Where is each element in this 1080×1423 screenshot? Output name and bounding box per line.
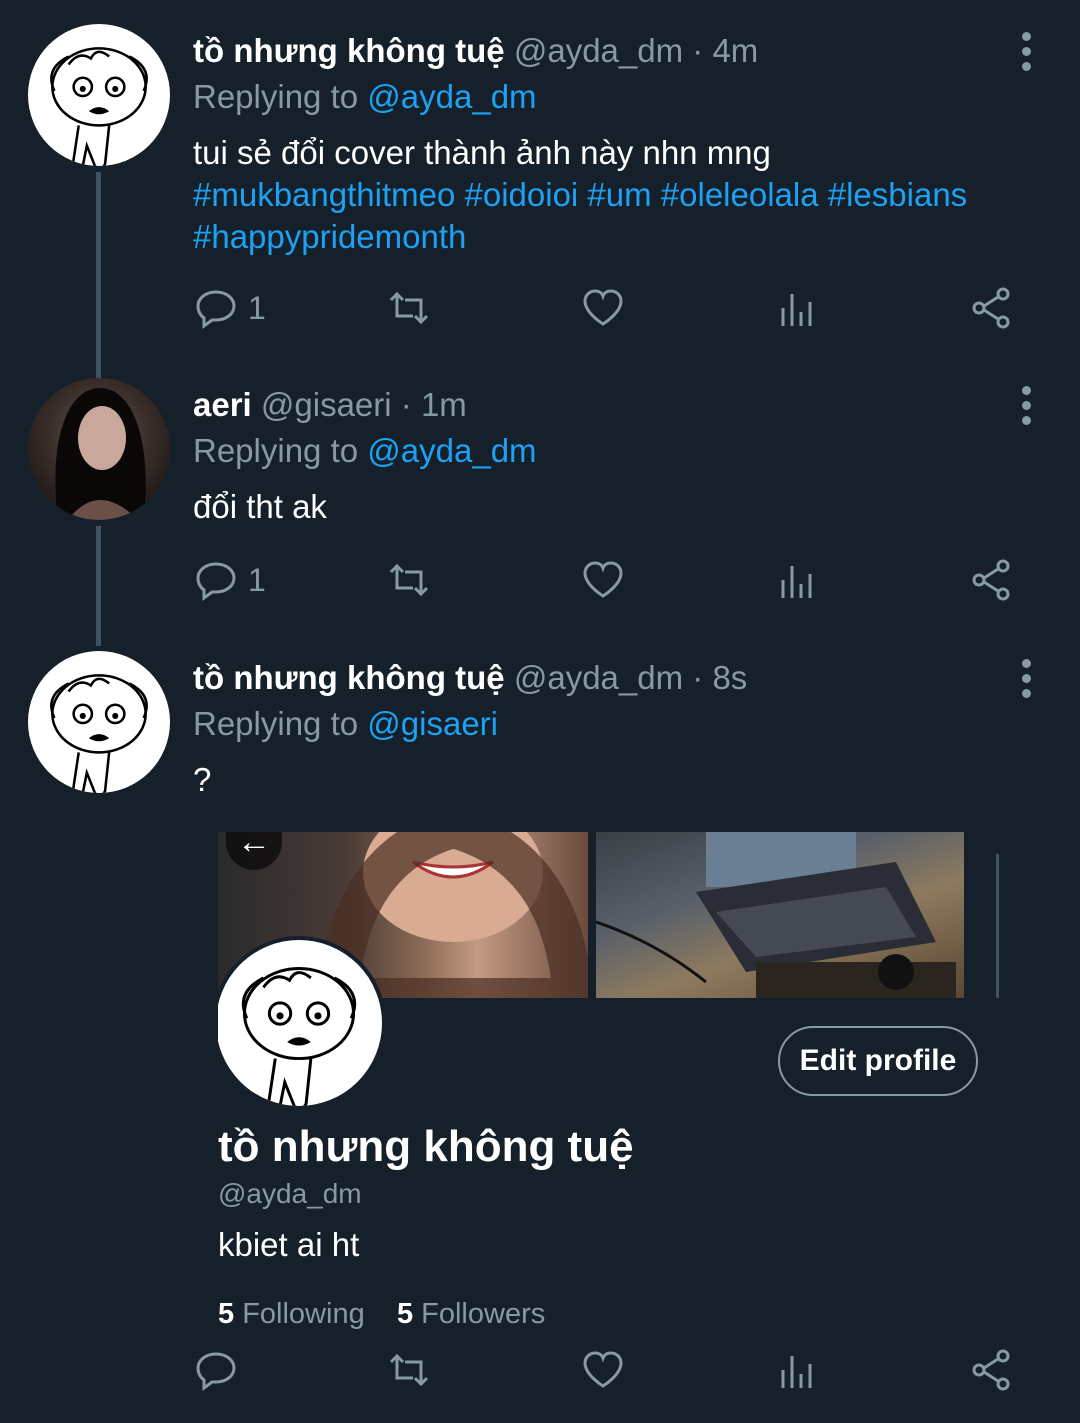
heart-icon [583,289,623,326]
followers-count: 5 [396,1298,414,1330]
more-vertical-icon[interactable] [1022,659,1032,704]
timestamp[interactable]: · 8s [692,659,747,696]
heart-icon [583,1351,623,1388]
handle[interactable]: @gisaeri [261,386,392,423]
reply-icon [196,562,236,601]
followers-label: Followers [421,1298,546,1330]
analytics-button[interactable] [775,286,819,330]
share-icon [972,287,1010,329]
analytics-button[interactable] [775,1348,819,1392]
tweet-text: đổi tht ak [193,486,1033,528]
share-icon [972,559,1010,601]
analytics-icon [781,1356,812,1388]
tweet-actions: 1 [0,286,1080,336]
share-button[interactable] [969,286,1013,330]
profile-avatar[interactable] [218,936,386,1110]
cover-photo-right [595,832,964,998]
retweet-button[interactable] [387,286,431,330]
avatar[interactable] [28,651,170,793]
cover-divider [996,854,999,998]
tweet-actions: 1 [0,558,1080,608]
tweet-body: tui sẻ đổi cover thành ảnh này nhn mng [193,134,771,171]
profile-name: tồ nhưng không tuệ [218,1122,634,1171]
retweet-button[interactable] [387,1348,431,1392]
retweet-icon [389,563,429,597]
display-name[interactable]: tồ nhưng không tuệ [193,659,505,696]
reply-mention-link[interactable]: @ayda_dm [367,432,536,469]
reply-button[interactable]: 1 [194,558,266,602]
profile-handle: @ayda_dm [218,1178,362,1209]
replying-prefix: Replying to [193,78,359,115]
replying-to: Replying to @ayda_dm [193,432,537,470]
tweet-header: aeri @gisaeri · 1m [193,386,467,424]
reply-count: 1 [248,561,266,598]
share-button[interactable] [969,1348,1013,1392]
doodle-avatar-icon [50,674,148,793]
doodle-avatar-icon [50,47,148,166]
edit-profile-button[interactable]: Edit profile [778,1026,978,1096]
reply-count: 1 [248,289,266,326]
more-vertical-icon[interactable] [1022,32,1032,77]
analytics-icon [781,566,812,598]
handle[interactable]: @ayda_dm [514,32,683,69]
tweet-body: ? [193,761,212,798]
following-link[interactable]: 5 Following [218,1298,365,1330]
timestamp[interactable]: · 4m [692,32,758,69]
tweet-text: ? [193,759,1033,801]
reply-icon [196,290,236,329]
retweet-icon [389,291,429,325]
hashtags[interactable]: #mukbangthitmeo #oidoioi #um #oleleolala… [193,174,1033,258]
retweet-icon [389,1353,429,1387]
like-button[interactable] [581,286,625,330]
reply-mention-link[interactable]: @gisaeri [367,705,498,742]
share-button[interactable] [969,558,1013,602]
heart-icon [583,561,623,598]
profile-bio: kbiet ai ht [218,1226,360,1263]
following-label: Following [242,1298,365,1330]
replying-to: Replying to @gisaeri [193,705,498,743]
more-vertical-icon[interactable] [1022,386,1032,431]
analytics-icon [781,294,812,326]
thread-line [96,172,101,378]
analytics-button[interactable] [775,558,819,602]
profile-stats: 5 Following 5 Followers [218,1298,545,1331]
like-button[interactable] [581,1348,625,1392]
photo-avatar-icon [55,388,146,520]
tweet-text: tui sẻ đổi cover thành ảnh này nhn mng #… [193,132,1033,258]
tweet-body: đổi tht ak [193,488,327,525]
followers-link[interactable]: 5 Followers [397,1298,545,1330]
following-count: 5 [218,1298,235,1330]
replying-prefix: Replying to [193,705,359,742]
replying-to: Replying to @ayda_dm [193,78,537,116]
reply-mention-link[interactable]: @ayda_dm [367,78,536,115]
handle[interactable]: @ayda_dm [514,659,683,696]
tweet-actions [0,1348,1080,1398]
tweet-header: tồ nhưng không tuệ @ayda_dm · 4m [193,32,758,70]
reply-button[interactable]: 1 [194,286,266,330]
doodle-avatar-icon [241,966,357,1106]
display-name[interactable]: tồ nhưng không tuệ [193,32,505,69]
retweet-button[interactable] [387,558,431,602]
like-button[interactable] [581,558,625,602]
attached-image[interactable]: ← Edit profile tồ nhưng không tuệ @ayda_… [218,832,1000,1332]
tweet-header: tồ nhưng không tuệ @ayda_dm · 8s [193,659,747,697]
reply-button[interactable] [194,1348,248,1392]
reply-icon [196,1352,236,1391]
timestamp[interactable]: · 1m [401,386,467,423]
laptop-image [595,832,956,998]
replying-prefix: Replying to [193,432,359,469]
display-name[interactable]: aeri [193,386,252,423]
avatar[interactable] [28,24,170,166]
avatar[interactable] [28,378,170,520]
share-icon [972,1349,1010,1391]
